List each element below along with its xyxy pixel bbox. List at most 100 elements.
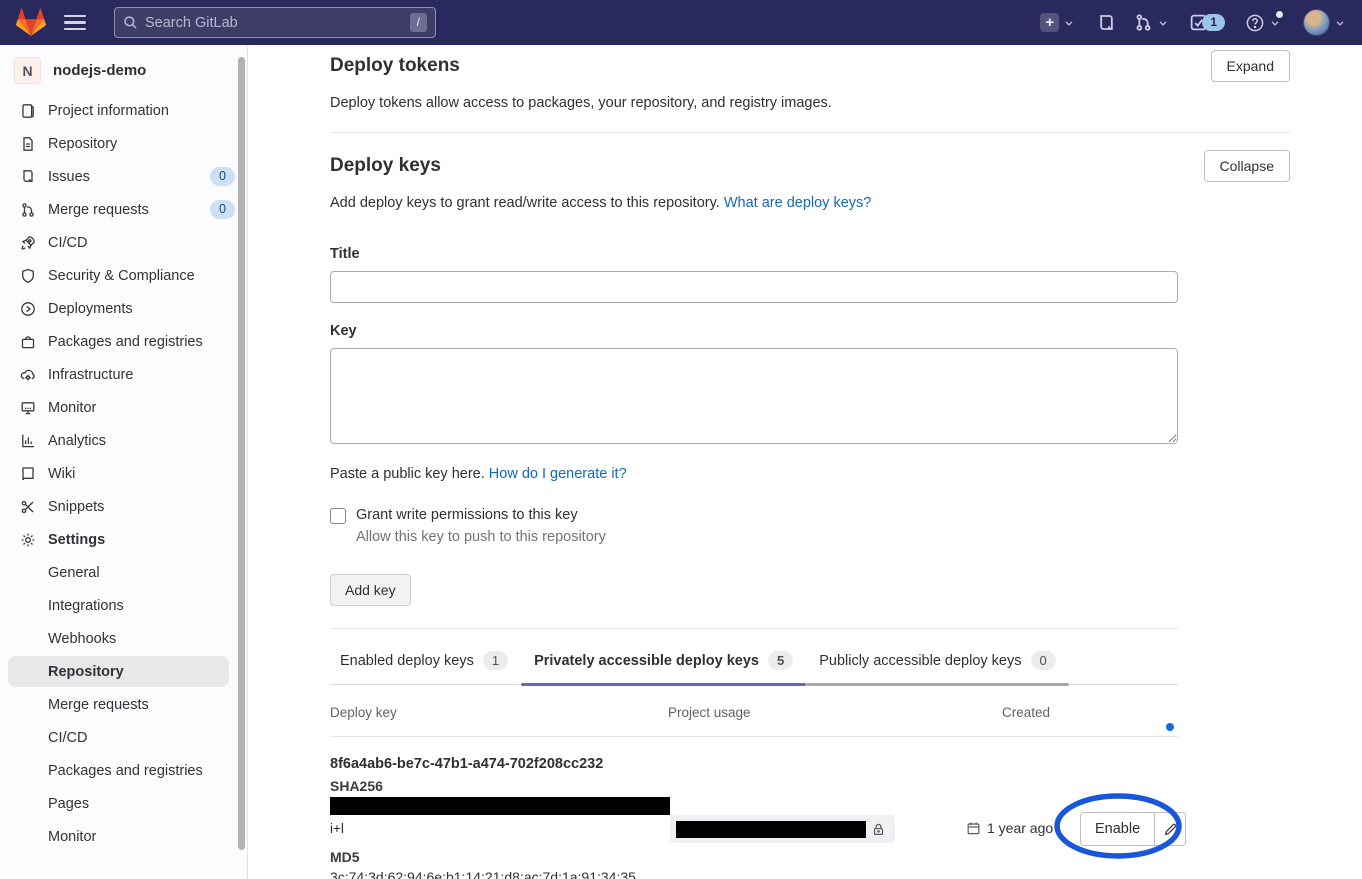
merge-requests-count-badge: 0 xyxy=(210,200,235,219)
chevron-down-icon xyxy=(1063,17,1075,29)
sha256-label: SHA256 xyxy=(330,778,383,794)
settings-repository-page: Deploy tokens Expand Deploy tokens allow… xyxy=(249,45,1362,879)
deploy-keys-description: Add deploy keys to grant read/write acce… xyxy=(330,195,1362,211)
md5-fingerprint: 3c:74:3d:62:94:6e:b1:14:21:d8:ac:7d:1a:9… xyxy=(330,869,636,879)
deploy-tokens-expand-button[interactable]: Expand xyxy=(1211,50,1290,82)
sidebar-item-project-information[interactable]: Project information xyxy=(0,94,247,127)
hamburger-menu-icon[interactable] xyxy=(64,15,86,31)
merge-requests-nav-button[interactable] xyxy=(1134,13,1169,32)
sidebar-item-security-compliance[interactable]: Security & Compliance xyxy=(0,259,247,292)
sidebar-item-settings[interactable]: Settings xyxy=(0,523,247,556)
sidebar-subitem-merge-requests[interactable]: Merge requests xyxy=(0,688,247,721)
sidebar-subitem-general[interactable]: General xyxy=(0,556,247,589)
sidebar-item-packages-registries[interactable]: Packages and registries xyxy=(0,325,247,358)
created-ago: 1 year ago xyxy=(987,820,1053,836)
top-navbar: Search GitLab / + 1 xyxy=(0,0,1362,45)
sidebar-item-ci-cd[interactable]: CI/CD xyxy=(0,226,247,259)
deployments-icon xyxy=(20,301,36,317)
sidebar-item-issues[interactable]: Issues 0 xyxy=(0,160,247,193)
snippets-icon xyxy=(20,499,36,515)
write-permission-checkbox[interactable] xyxy=(330,508,346,524)
cloud-gear-icon xyxy=(20,367,36,383)
sidebar-item-wiki[interactable]: Wiki xyxy=(0,457,247,490)
deploy-keys-title: Deploy keys xyxy=(330,145,441,177)
sidebar-item-infrastructure[interactable]: Infrastructure xyxy=(0,358,247,391)
pencil-icon xyxy=(1163,822,1178,837)
sidebar-subitem-webhooks[interactable]: Webhooks xyxy=(0,622,247,655)
project-name: nodejs-demo xyxy=(53,62,146,79)
sidebar-item-repository[interactable]: Repository xyxy=(0,127,247,160)
sidebar-subitem-monitor[interactable]: Monitor xyxy=(0,820,247,853)
merge-request-icon xyxy=(1134,13,1153,32)
analytics-icon xyxy=(20,433,36,449)
deploy-key-form: Title Key Paste a public key here. How d… xyxy=(330,246,1178,629)
sidebar-item-merge-requests[interactable]: Merge requests 0 xyxy=(0,193,247,226)
search-shortcut-key: / xyxy=(410,13,427,31)
help-menu-button[interactable] xyxy=(1245,13,1281,33)
user-avatar xyxy=(1303,9,1330,36)
book-icon xyxy=(20,103,36,119)
sidebar-subitem-packages-registries[interactable]: Packages and registries xyxy=(0,754,247,787)
how-generate-link[interactable]: How do I generate it? xyxy=(489,466,627,482)
monitor-icon xyxy=(20,400,36,416)
gear-icon xyxy=(20,532,36,548)
title-label: Title xyxy=(330,246,1178,262)
file-icon xyxy=(20,136,36,152)
sidebar-subitem-ci-cd[interactable]: CI/CD xyxy=(0,721,247,754)
search-input[interactable]: Search GitLab / xyxy=(114,7,436,38)
new-menu-button[interactable]: + xyxy=(1040,13,1075,32)
plus-icon: + xyxy=(1040,13,1059,32)
enable-button[interactable]: Enable xyxy=(1080,812,1155,846)
sidebar-item-monitor[interactable]: Monitor xyxy=(0,391,247,424)
deploy-tokens-description: Deploy tokens allow access to packages, … xyxy=(330,95,1362,111)
title-input[interactable] xyxy=(330,271,1178,303)
created-cell: 1 year ago xyxy=(966,820,1053,836)
tab-publicly-accessible-deploy-keys[interactable]: Publicly accessible deploy keys 0 xyxy=(806,651,1069,684)
column-deploy-key: Deploy key xyxy=(330,705,668,720)
deploy-keys-table-header: Deploy key Project usage Created xyxy=(330,705,1178,737)
add-key-button[interactable]: Add key xyxy=(330,574,411,606)
project-usage-pill[interactable] xyxy=(670,815,895,843)
calendar-icon xyxy=(966,821,981,836)
sidebar-item-deployments[interactable]: Deployments xyxy=(0,292,247,325)
tab-privately-accessible-deploy-keys[interactable]: Privately accessible deploy keys 5 xyxy=(521,651,806,684)
sidebar-subitem-pages[interactable]: Pages xyxy=(0,787,247,820)
key-textarea[interactable] xyxy=(330,348,1178,444)
sidebar-subitem-repository[interactable]: Repository xyxy=(0,655,247,688)
search-icon xyxy=(123,15,138,30)
tab-count-badge: 5 xyxy=(768,651,793,670)
user-menu-button[interactable] xyxy=(1303,9,1346,36)
redacted-sha256-fingerprint xyxy=(330,797,670,815)
todo-count-badge: 1 xyxy=(1202,14,1225,31)
notification-dot xyxy=(1276,11,1283,18)
rocket-icon xyxy=(20,235,36,251)
tab-count-badge: 0 xyxy=(1031,651,1056,670)
edit-key-button[interactable] xyxy=(1155,812,1186,846)
sidebar-scrollbar[interactable] xyxy=(238,57,245,850)
write-permission-help: Allow this key to push to this repositor… xyxy=(356,529,1178,545)
what-are-deploy-keys-link[interactable]: What are deploy keys? xyxy=(724,195,872,211)
form-divider xyxy=(330,628,1178,629)
issues-nav-icon[interactable] xyxy=(1097,13,1116,32)
gitlab-logo-icon[interactable] xyxy=(16,8,46,37)
deploy-keys-collapse-button[interactable]: Collapse xyxy=(1204,150,1290,182)
row-actions: Enable xyxy=(1080,812,1186,846)
todos-button[interactable]: 1 xyxy=(1189,13,1225,32)
chevron-down-icon xyxy=(1157,17,1169,29)
chevron-down-icon xyxy=(1269,17,1281,29)
redacted-project-name xyxy=(676,821,866,838)
section-divider xyxy=(330,132,1290,133)
key-hint: Paste a public key here. How do I genera… xyxy=(330,466,1178,482)
sidebar-item-snippets[interactable]: Snippets xyxy=(0,490,247,523)
merge-request-icon xyxy=(20,202,36,218)
deploy-key-id: 8f6a4ab6-be7c-47b1-a474-702f208cc232 xyxy=(330,756,603,772)
deploy-tokens-title: Deploy tokens xyxy=(330,45,460,77)
tab-enabled-deploy-keys[interactable]: Enabled deploy keys 1 xyxy=(330,651,521,684)
sidebar-item-analytics[interactable]: Analytics xyxy=(0,424,247,457)
sidebar-subitem-integrations[interactable]: Integrations xyxy=(0,589,247,622)
issues-count-badge: 0 xyxy=(210,167,235,186)
project-sidebar: N nodejs-demo Project information Reposi… xyxy=(0,45,248,879)
issues-icon xyxy=(20,169,36,185)
search-placeholder: Search GitLab xyxy=(145,15,403,31)
project-header[interactable]: N nodejs-demo xyxy=(0,45,247,94)
